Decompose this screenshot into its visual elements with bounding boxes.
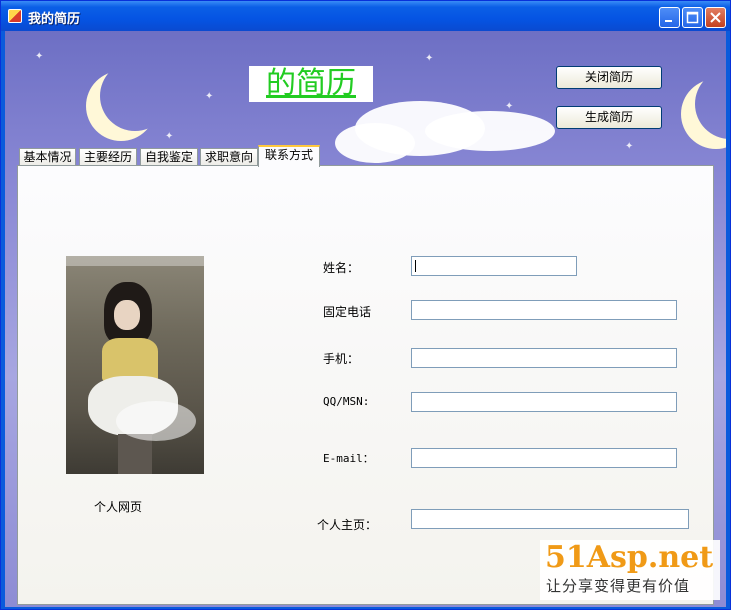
mobile-label: 手机： (323, 352, 360, 366)
qq-msn-field[interactable] (411, 392, 677, 412)
star-decoration: ✦ (625, 141, 634, 152)
qq-msn-label: QQ/MSN: (323, 395, 370, 408)
watermark-brand: 51Asp.net (545, 540, 714, 575)
text-caret (415, 260, 416, 272)
tab-contact-info[interactable]: 联系方式 (258, 145, 320, 167)
star-decoration: ✦ (425, 53, 434, 64)
name-field[interactable] (411, 256, 577, 276)
cloud-decoration (425, 111, 555, 151)
tab-job-intention[interactable]: 求职意向 (200, 148, 258, 166)
generate-resume-button[interactable]: 生成简历 (556, 106, 662, 129)
tab-basic-info[interactable]: 基本情况 (19, 148, 76, 166)
moon-decoration (695, 69, 726, 139)
star-decoration: ✦ (165, 131, 174, 142)
resume-heading: 的简历 (249, 66, 373, 102)
tab-main-experience[interactable]: 主要经历 (79, 148, 137, 166)
app-window: 我的简历 ✦ ✦ ✦ ✦ ✦ ✦ 的简历 关闭简历 生成简历 基本情况 主要经历… (0, 0, 731, 610)
maximize-icon (686, 11, 699, 24)
tab-self-evaluation[interactable]: 自我鉴定 (140, 148, 198, 166)
contact-tab-panel: 个人网页 姓名： 固定电话 手机： QQ/MSN: E-mail： 个人主页： (17, 165, 714, 605)
email-label: E-mail： (323, 452, 374, 465)
personal-webpage-caption: 个人网页 (94, 500, 143, 514)
title-bar[interactable]: 我的简历 (1, 1, 730, 31)
watermark-tagline: 让分享变得更有价值 (546, 577, 691, 595)
mobile-field[interactable] (411, 348, 677, 368)
close-window-button[interactable] (705, 7, 726, 28)
landline-phone-label: 固定电话 (323, 305, 372, 319)
maximize-button[interactable] (682, 7, 703, 28)
homepage-field[interactable] (411, 509, 689, 529)
profile-photo (66, 256, 204, 474)
star-decoration: ✦ (505, 101, 514, 112)
close-icon (710, 12, 721, 23)
watermark-logo: 51Asp.net 让分享变得更有价值 (540, 540, 720, 600)
moon-decoration (100, 61, 170, 131)
app-icon (8, 9, 22, 23)
minimize-icon (665, 20, 672, 22)
email-field[interactable] (411, 448, 677, 468)
window-title: 我的简历 (28, 12, 81, 27)
star-decoration: ✦ (205, 91, 214, 102)
close-resume-button[interactable]: 关闭简历 (556, 66, 662, 89)
form-client-area: ✦ ✦ ✦ ✦ ✦ ✦ 的简历 关闭简历 生成简历 基本情况 主要经历 自我鉴定… (5, 31, 726, 607)
star-decoration: ✦ (35, 51, 44, 62)
homepage-label: 个人主页： (317, 518, 378, 532)
minimize-button[interactable] (659, 7, 680, 28)
name-label: 姓名： (323, 261, 360, 275)
cloud-decoration (335, 123, 415, 163)
landline-phone-field[interactable] (411, 300, 677, 320)
